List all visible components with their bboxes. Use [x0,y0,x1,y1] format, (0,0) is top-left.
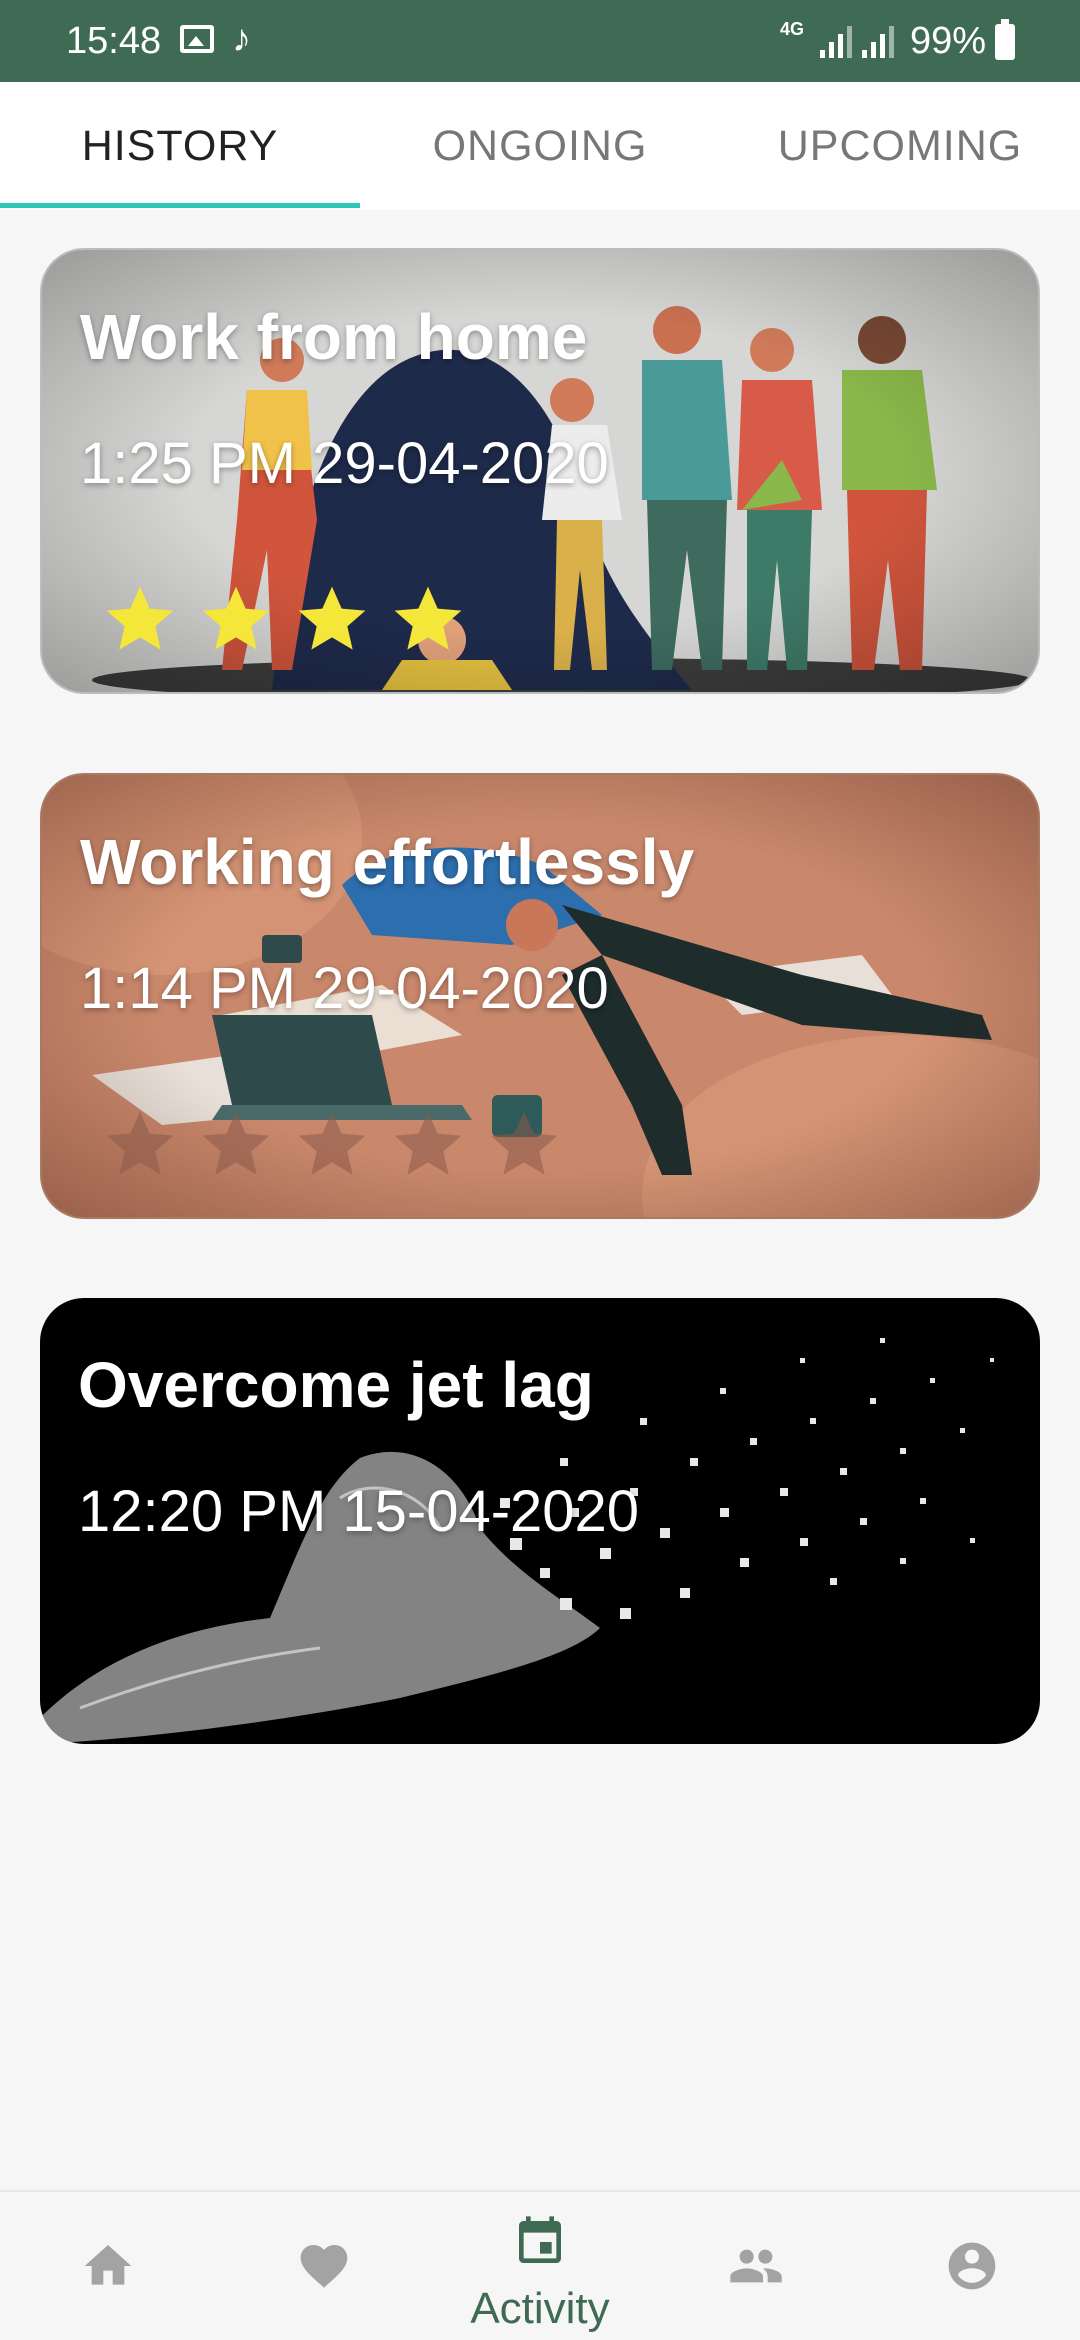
card-time: 1:25 PM 29-04-2020 [80,431,609,496]
music-note-icon: ♪ [232,18,251,60]
star-rating[interactable] [100,1105,564,1185]
star-icon[interactable] [100,580,180,660]
star-empty-icon[interactable] [292,1105,372,1185]
activity-card[interactable]: Overcome jet lag 12:20 PM 15-04-2020 [40,1298,1040,1744]
signal-icon [820,24,856,58]
battery-icon [995,19,1015,60]
card-title: Working effortlessly [80,826,695,898]
card-title: Work from home [80,301,588,373]
card-title: Overcome jet lag [78,1349,594,1421]
calendar-icon [519,2216,561,2263]
star-empty-icon[interactable] [484,1105,564,1185]
battery-percent: 99% [910,20,987,62]
nav-home[interactable] [0,2192,216,2340]
activity-card[interactable]: Work from home 1:25 PM 29-04-2020 [40,248,1040,694]
home-icon [84,2245,132,2285]
nav-community[interactable] [648,2192,864,2340]
people-icon [730,2249,782,2283]
tab-bar: HISTORY ONGOING UPCOMING [0,82,1080,210]
status-bar: 15:48 ♪ 4G 99% [0,0,1080,82]
nav-activity-label: Activity [470,2284,610,2333]
star-empty-icon[interactable] [100,1105,180,1185]
account-icon [948,2242,996,2290]
star-rating[interactable] [100,580,468,660]
bottom-navigation: Activity [0,2190,1080,2340]
heart-icon [300,2245,348,2288]
star-icon[interactable] [292,580,372,660]
star-icon[interactable] [196,580,276,660]
tab-ongoing[interactable]: ONGOING [360,82,720,210]
tab-upcoming[interactable]: UPCOMING [720,82,1080,210]
tab-history[interactable]: HISTORY [0,82,360,210]
status-time: 15:48 [66,20,162,62]
card-time: 12:20 PM 15-04-2020 [78,1479,640,1544]
nav-profile[interactable] [864,2192,1080,2340]
activity-card[interactable]: Working effortlessly 1:14 PM 29-04-2020 [40,773,1040,1219]
gallery-icon [180,25,214,53]
nav-activity[interactable]: Activity [432,2192,648,2340]
network-type: 4G [780,19,805,39]
star-empty-icon[interactable] [388,1105,468,1185]
nav-favorites[interactable] [216,2192,432,2340]
tab-indicator [0,203,360,208]
star-empty-icon[interactable] [196,1105,276,1185]
card-time: 1:14 PM 29-04-2020 [80,956,609,1021]
star-icon[interactable] [388,580,468,660]
signal-icon [862,24,898,58]
